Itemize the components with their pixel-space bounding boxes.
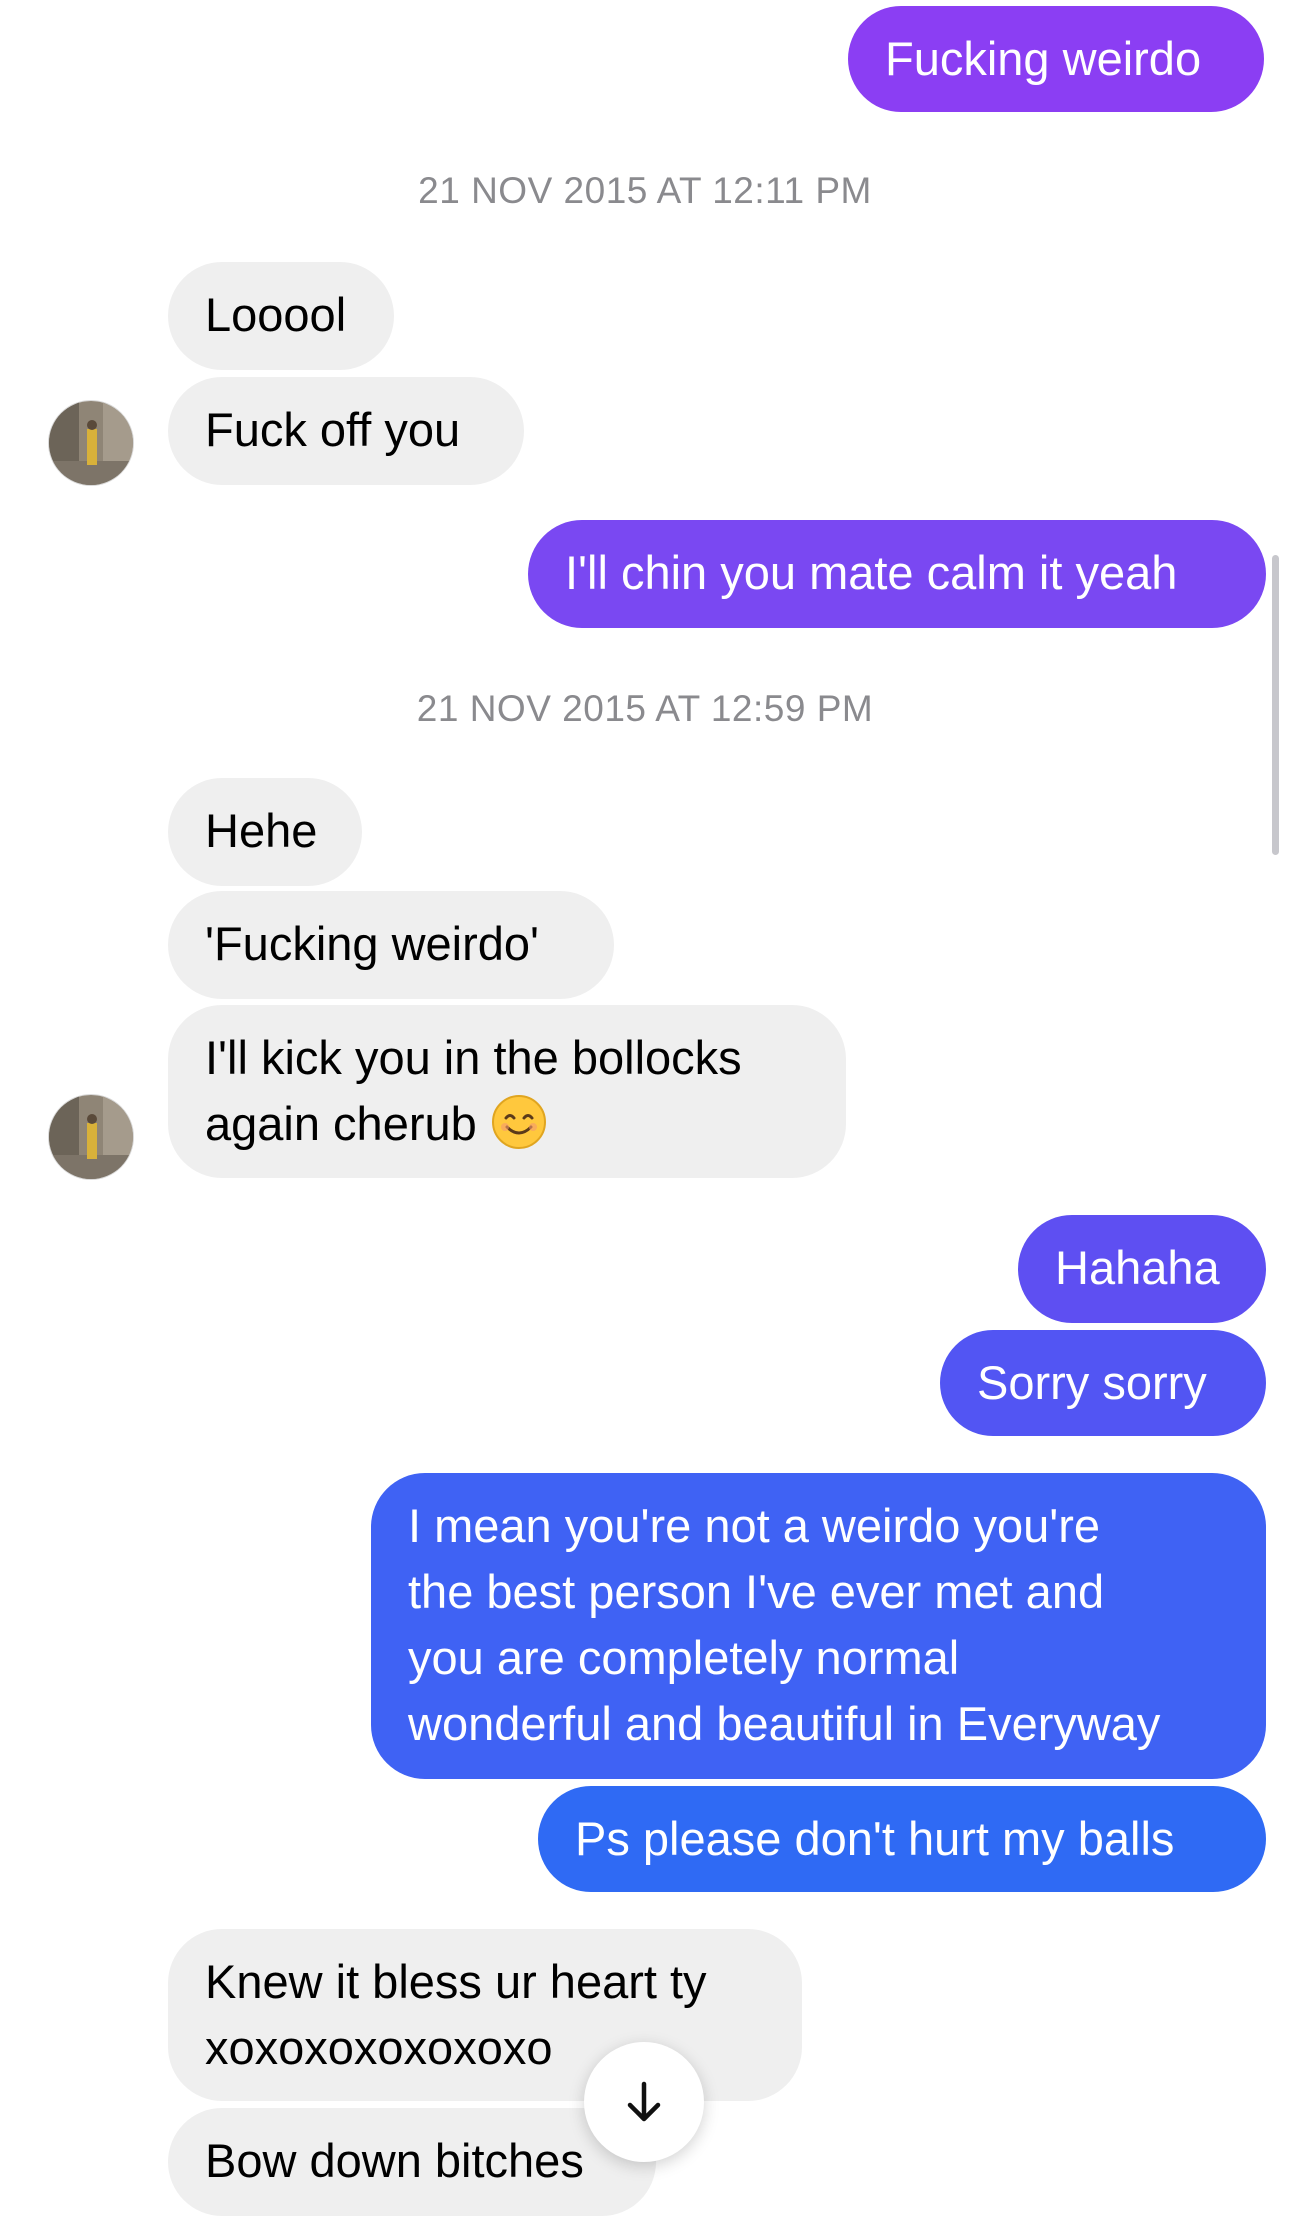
incoming-message[interactable]: Looool: [168, 262, 394, 370]
message-line: wonderful and beautiful in Everyway: [408, 1697, 1161, 1750]
message-line: Knew it bless ur heart ty: [205, 1955, 707, 2008]
message-text: Looool: [205, 288, 347, 341]
incoming-message[interactable]: Knew it bless ur heart ty xoxoxoxoxoxoxo: [168, 1929, 802, 2101]
message-text: Sorry sorry: [977, 1356, 1207, 1409]
arrow-down-icon: [627, 2081, 661, 2122]
message-line: again cherub: [205, 1091, 809, 1157]
outgoing-message[interactable]: I'll chin you mate calm it yeah: [528, 520, 1266, 628]
message-text: I'll chin you mate calm it yeah: [565, 546, 1178, 599]
avatar-photo: [49, 1095, 133, 1179]
outgoing-message[interactable]: Ps please don't hurt my balls: [538, 1786, 1266, 1892]
incoming-message[interactable]: Bow down bitches: [168, 2108, 656, 2216]
message-text: Fuck off you: [205, 403, 461, 456]
incoming-message[interactable]: 'Fucking weirdo': [168, 891, 614, 999]
outgoing-message[interactable]: Hahaha: [1018, 1215, 1266, 1323]
contact-avatar[interactable]: [48, 400, 134, 486]
message-line: I mean you're not a weirdo you're: [408, 1499, 1100, 1552]
message-text: Bow down bitches: [205, 2134, 584, 2187]
outgoing-message[interactable]: Fucking weirdo: [848, 6, 1264, 112]
message-text: Hehe: [205, 804, 318, 857]
message-line: the best person I've ever met and: [408, 1565, 1105, 1618]
smiling-face-emoji: [491, 1095, 546, 1149]
message-text: Hahaha: [1055, 1241, 1220, 1294]
outgoing-message[interactable]: Sorry sorry: [940, 1330, 1266, 1436]
message-text: 'Fucking weirdo': [205, 917, 540, 970]
message-text: Fucking weirdo: [885, 32, 1202, 85]
scroll-to-bottom-button[interactable]: [584, 2042, 704, 2162]
message-line-text: again cherub: [205, 1097, 477, 1150]
message-line: you are completely normal: [408, 1631, 960, 1684]
contact-avatar[interactable]: [48, 1094, 134, 1180]
message-text: Ps please don't hurt my balls: [575, 1812, 1175, 1865]
incoming-message[interactable]: Fuck off you: [168, 377, 524, 485]
incoming-message[interactable]: Hehe: [168, 778, 362, 886]
avatar-photo: [49, 401, 133, 485]
incoming-message[interactable]: I'll kick you in the bollocks again cher…: [168, 1005, 846, 1178]
message-line: I'll kick you in the bollocks: [205, 1031, 742, 1084]
outgoing-message[interactable]: I mean you're not a weirdo you're the be…: [371, 1473, 1266, 1779]
timestamp: 21 NOV 2015 AT 12:59 PM: [416, 688, 874, 729]
timestamp: 21 NOV 2015 AT 12:11 PM: [418, 170, 872, 211]
